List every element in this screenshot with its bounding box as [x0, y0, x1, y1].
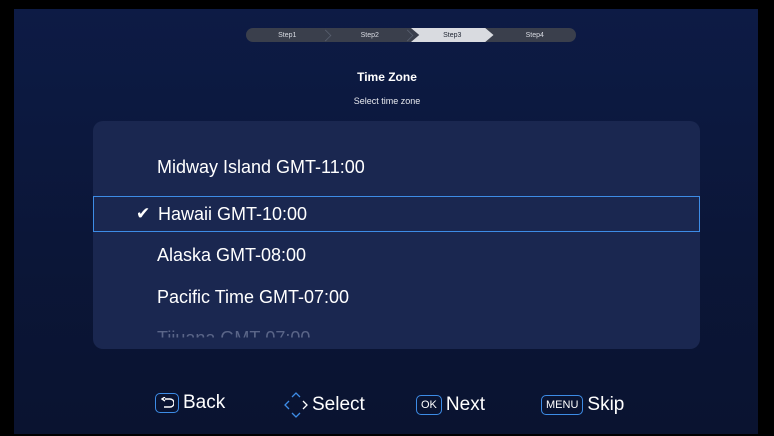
step-4-label: Step4: [525, 31, 544, 39]
next-label: Next: [445, 394, 485, 415]
next-hint[interactable]: OK Next: [416, 394, 485, 416]
timezone-option[interactable]: Midway Island GMT-11:00: [157, 157, 365, 178]
timezone-option[interactable]: Pacific Time GMT-07:00: [157, 287, 349, 308]
back-icon: [155, 393, 179, 413]
timezone-option-label: Hawaii GMT-10:00: [158, 203, 308, 224]
setup-stepper: Step1 Step2 Step3 Step4: [246, 28, 576, 42]
step-3-active: Step3: [411, 28, 494, 42]
step-1: Step1: [246, 28, 331, 42]
ok-key-icon: OK: [416, 395, 442, 415]
skip-hint[interactable]: MENU Skip: [541, 394, 624, 416]
step-3-label: Step3: [443, 31, 462, 39]
select-label: Select: [312, 394, 365, 415]
step-separator-icon: [401, 29, 414, 42]
step-2: Step2: [329, 28, 414, 42]
timezone-list[interactable]: Midway Island GMT-11:00 ✔ Hawaii GMT-10:…: [93, 121, 700, 349]
page-title: Time Zone: [357, 70, 417, 84]
page-subtitle: Select time zone: [353, 96, 421, 106]
timezone-option[interactable]: Alaska GMT-08:00: [157, 245, 306, 266]
timezone-option-partial[interactable]: Tijuana GMT-07:00: [157, 328, 310, 337]
step-1-label: Step1: [278, 31, 297, 39]
skip-label: Skip: [587, 394, 625, 415]
select-hint[interactable]: Select: [282, 390, 365, 420]
step-4: Step4: [494, 28, 577, 42]
step-2-label: Step2: [360, 31, 379, 39]
menu-key-icon: MENU: [541, 395, 584, 415]
back-label: Back: [183, 392, 226, 413]
checkmark-icon: ✔: [136, 204, 151, 223]
back-hint[interactable]: Back: [155, 392, 225, 414]
timezone-option-selected[interactable]: ✔ Hawaii GMT-10:00: [93, 196, 700, 232]
footer-hints: Back Select OK Next MENU Skip: [0, 392, 774, 424]
dpad-icon: [282, 390, 310, 420]
